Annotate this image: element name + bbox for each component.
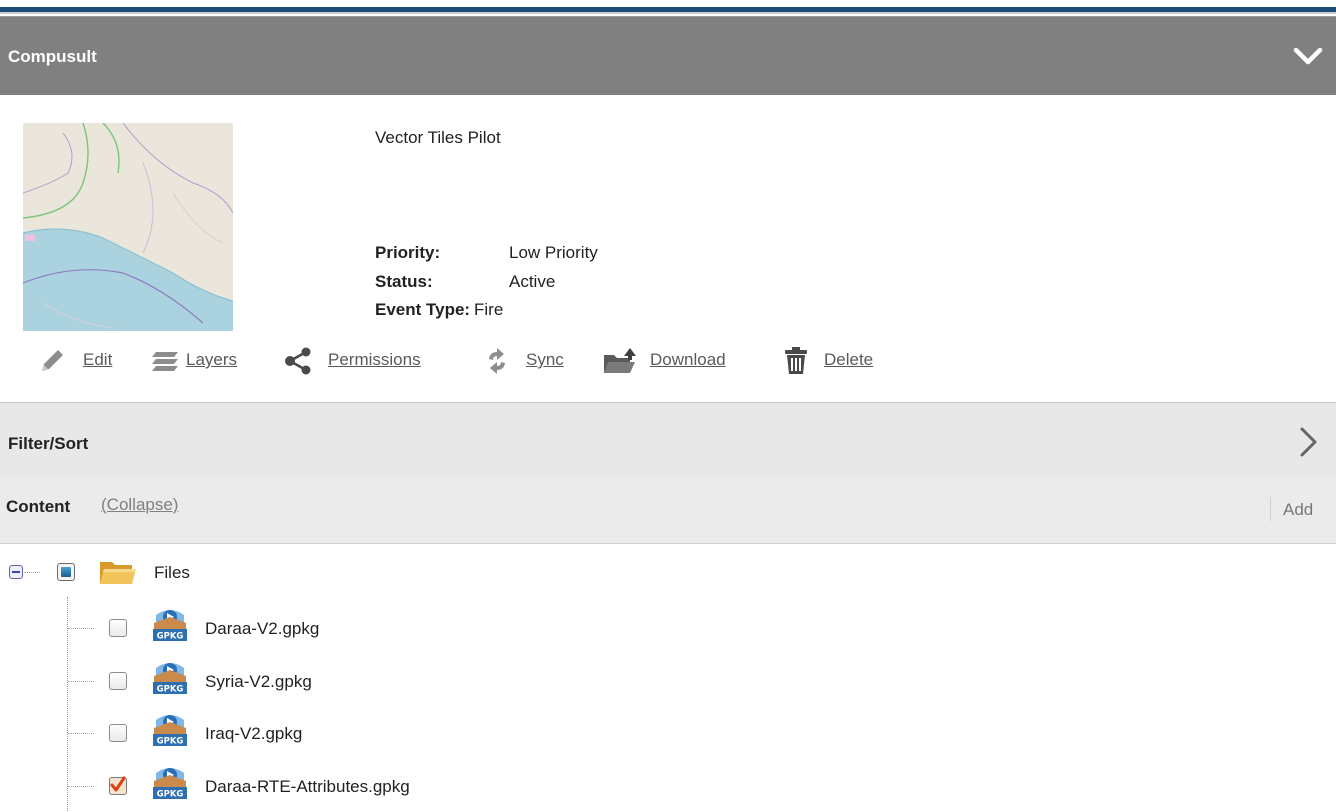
priority-row: Priority: Low Priority bbox=[375, 243, 598, 263]
share-icon bbox=[285, 347, 311, 375]
status-value: Active bbox=[509, 272, 556, 291]
project-name: Vector Tiles Pilot bbox=[375, 128, 501, 147]
chevron-down-icon[interactable] bbox=[1290, 43, 1326, 69]
priority-key: Priority: bbox=[375, 243, 441, 262]
top-divider bbox=[0, 12, 1336, 14]
file-checkbox[interactable] bbox=[109, 619, 127, 637]
svg-text:GPKG: GPKG bbox=[157, 737, 184, 747]
layers-label: Layers bbox=[186, 350, 238, 369]
file-checkbox[interactable] bbox=[109, 724, 127, 742]
content-label: Content bbox=[6, 497, 71, 516]
gpkg-icon: GPKG bbox=[153, 715, 187, 747]
sync-icon bbox=[489, 348, 505, 374]
folder-icon bbox=[100, 562, 136, 584]
priority-value: Low Priority bbox=[509, 243, 598, 262]
files-folder-label[interactable]: Files bbox=[154, 563, 190, 583]
project-action-bar: Edit Layers Permissions Sync Download De… bbox=[36, 344, 936, 378]
gpkg-icon: GPKG bbox=[153, 663, 187, 695]
tree-connector bbox=[24, 572, 40, 573]
folder-upload-icon bbox=[604, 348, 636, 373]
collapse-link[interactable]: (Collapse) bbox=[101, 495, 178, 515]
status-key: Status: bbox=[375, 272, 433, 291]
download-label: Download bbox=[650, 350, 726, 369]
permissions-label: Permissions bbox=[328, 350, 421, 369]
files-folder-checkbox[interactable] bbox=[57, 563, 75, 581]
file-label[interactable]: Syria-V2.gpkg bbox=[205, 672, 312, 692]
file-checkbox[interactable] bbox=[109, 776, 127, 795]
gpkg-icon: GPKG bbox=[153, 768, 187, 800]
file-checkbox[interactable] bbox=[109, 672, 127, 690]
project-map-thumbnail bbox=[23, 123, 233, 331]
add-separator bbox=[1270, 497, 1271, 521]
svg-text:GPKG: GPKG bbox=[157, 685, 184, 695]
delete-label: Delete bbox=[824, 350, 874, 369]
trash-icon bbox=[785, 347, 807, 374]
status-row: Status: Active bbox=[375, 272, 555, 292]
gpkg-icon: GPKG bbox=[153, 610, 187, 642]
add-button[interactable]: Add bbox=[1283, 500, 1313, 520]
check-icon bbox=[110, 776, 126, 792]
file-label[interactable]: Daraa-V2.gpkg bbox=[205, 619, 319, 639]
event-type-key: Event Type: bbox=[375, 300, 471, 319]
file-label[interactable]: Iraq-V2.gpkg bbox=[205, 724, 302, 744]
event-type-row: Event Type: Fire bbox=[375, 300, 503, 320]
project-group-header[interactable]: Compusult bbox=[0, 16, 1336, 95]
content-tree: Files GPKG Daraa-V2.gpkg GPKG Syria-V2.g… bbox=[0, 545, 1336, 812]
filter-sort-label: Filter/Sort bbox=[8, 434, 89, 453]
content-header: Content (Collapse) Add bbox=[0, 477, 1336, 544]
file-label[interactable]: Daraa-RTE-Attributes.gpkg bbox=[205, 777, 410, 797]
collapse-toggle[interactable] bbox=[9, 565, 23, 579]
svg-text:GPKG: GPKG bbox=[157, 632, 184, 642]
event-type-value: Fire bbox=[474, 300, 504, 319]
group-title: Compusult bbox=[8, 47, 97, 66]
sync-label: Sync bbox=[526, 350, 564, 369]
chevron-right-icon[interactable] bbox=[1298, 425, 1320, 459]
top-accent-line bbox=[0, 0, 1336, 14]
layers-icon bbox=[152, 352, 178, 371]
pencil-icon bbox=[42, 350, 63, 371]
svg-text:GPKG: GPKG bbox=[157, 790, 184, 800]
filter-sort-panel[interactable]: Filter/Sort bbox=[0, 402, 1336, 478]
edit-label: Edit bbox=[83, 350, 113, 369]
tree-vertical-guide bbox=[67, 597, 68, 811]
